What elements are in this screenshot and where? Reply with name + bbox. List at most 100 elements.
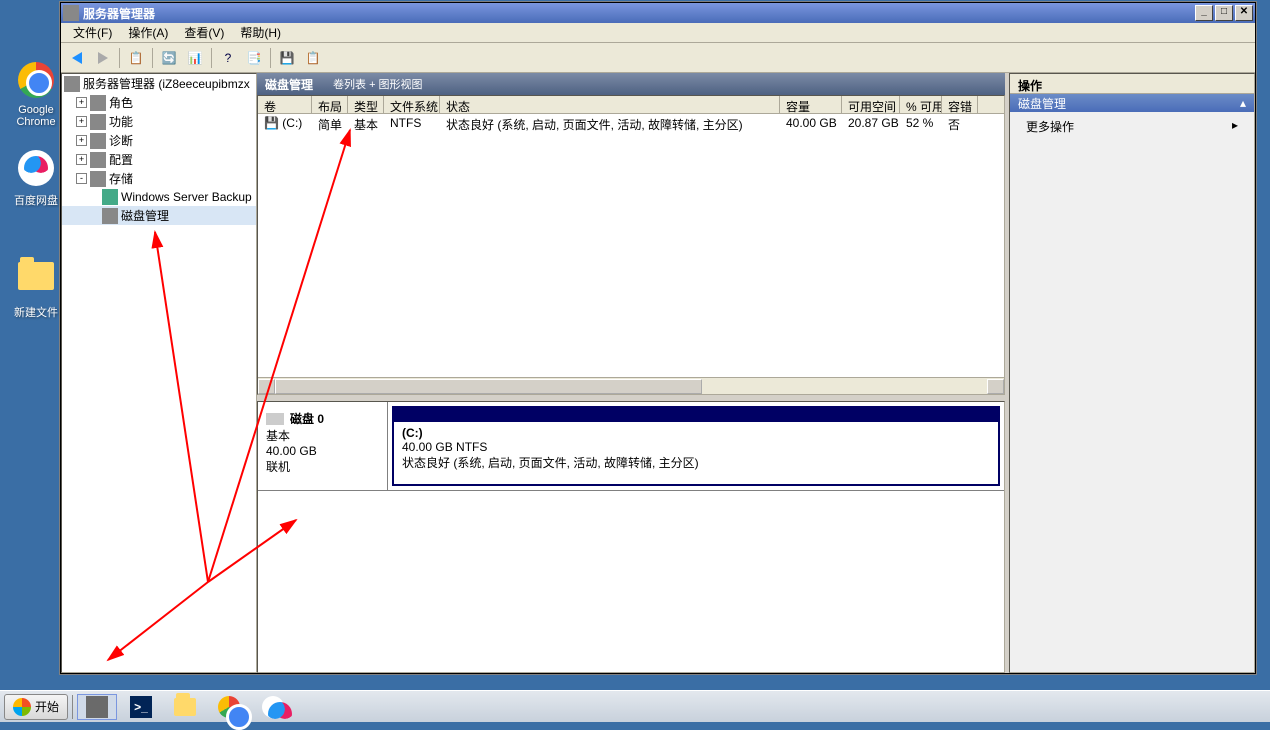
- disk-icon: [266, 413, 284, 425]
- window-titlebar[interactable]: 服务器管理器 _ □ ✕: [61, 3, 1255, 23]
- col-fault[interactable]: 容错: [942, 96, 978, 113]
- server-manager-window: 服务器管理器 _ □ ✕ 文件(F) 操作(A) 查看(V) 帮助(H) 📋 🔄…: [60, 2, 1256, 674]
- nav-forward-button[interactable]: [91, 46, 115, 70]
- app-icon: [63, 5, 79, 21]
- arrow-right-icon: [98, 52, 108, 64]
- cell-type: 基本: [348, 114, 384, 132]
- toolbar-button[interactable]: 📑: [242, 46, 266, 70]
- desktop-icon-baidu[interactable]: 百度网盘: [12, 148, 60, 208]
- cell-free: 20.87 GB: [842, 114, 900, 132]
- explorer-icon: [174, 698, 196, 716]
- tree-node-config[interactable]: +配置: [62, 150, 256, 169]
- menu-bar: 文件(F) 操作(A) 查看(V) 帮助(H): [61, 23, 1255, 43]
- taskbar-item-server-manager[interactable]: [77, 694, 117, 720]
- maximize-button[interactable]: □: [1215, 5, 1233, 21]
- toolbar-button[interactable]: 📊: [183, 46, 207, 70]
- config-icon: [90, 152, 106, 168]
- windows-icon: [13, 698, 31, 716]
- actions-section[interactable]: 磁盘管理 ▴: [1010, 94, 1254, 112]
- cell-fs: NTFS: [384, 114, 440, 132]
- toolbar-refresh-button[interactable]: 🔄: [157, 46, 181, 70]
- scroll-thumb[interactable]: [275, 379, 702, 394]
- actions-more[interactable]: 更多操作 ▸: [1010, 112, 1254, 141]
- desktop-icon-folder[interactable]: 新建文件: [12, 256, 60, 320]
- taskbar-item-baidu[interactable]: [253, 694, 293, 720]
- folder-icon: [18, 262, 54, 290]
- menu-view[interactable]: 查看(V): [176, 22, 232, 43]
- menu-help[interactable]: 帮助(H): [232, 22, 289, 43]
- partition-label: (C:): [402, 426, 423, 440]
- actions-header: 操作: [1010, 74, 1254, 94]
- disk-size: 40.00 GB: [266, 444, 379, 458]
- col-layout[interactable]: 布局: [312, 96, 348, 113]
- close-button[interactable]: ✕: [1235, 5, 1253, 21]
- tree-node-diagnostics[interactable]: +诊断: [62, 131, 256, 150]
- col-free[interactable]: 可用空间: [842, 96, 900, 113]
- main-header: 磁盘管理 卷列表 + 图形视图: [257, 73, 1005, 95]
- main-title: 磁盘管理: [265, 76, 313, 93]
- backup-icon: [102, 189, 118, 205]
- scroll-track[interactable]: [275, 379, 987, 394]
- expand-icon[interactable]: +: [76, 116, 87, 127]
- col-capacity[interactable]: 容量: [780, 96, 842, 113]
- toolbar-button[interactable]: 📋: [124, 46, 148, 70]
- tree-node-roles[interactable]: +角色: [62, 93, 256, 112]
- col-type[interactable]: 类型: [348, 96, 384, 113]
- chrome-icon: [218, 696, 240, 718]
- cell-capacity: 40.00 GB: [780, 114, 842, 132]
- desktop-icon-label: 百度网盘: [12, 192, 60, 208]
- col-pct[interactable]: % 可用: [900, 96, 942, 113]
- tree-node-storage[interactable]: -存储: [62, 169, 256, 188]
- baidu-icon: [18, 150, 54, 186]
- disk-status: 联机: [266, 458, 379, 475]
- tree-root[interactable]: 服务器管理器 (iZ8eeceupibmzx: [62, 74, 256, 93]
- desktop-icon-label: 新建文件: [12, 304, 60, 320]
- roles-icon: [90, 95, 106, 111]
- volume-table-header: 卷 布局 类型 文件系统 状态 容量 可用空间 % 可用 容错: [258, 96, 1004, 114]
- start-button[interactable]: 开始: [4, 694, 68, 720]
- window-title: 服务器管理器: [83, 5, 1193, 22]
- cell-pct: 52 %: [900, 114, 942, 132]
- server-icon: [64, 76, 80, 92]
- partition-info: 40.00 GB NTFS: [402, 440, 487, 454]
- volume-row[interactable]: 💾 (C:) 简单 基本 NTFS 状态良好 (系统, 启动, 页面文件, 活动…: [258, 114, 1004, 132]
- disk-type: 基本: [266, 427, 379, 444]
- nav-back-button[interactable]: [65, 46, 89, 70]
- expand-icon[interactable]: +: [76, 135, 87, 146]
- toolbar-button[interactable]: 💾: [275, 46, 299, 70]
- tree-node-wsb[interactable]: Windows Server Backup: [62, 188, 256, 206]
- arrow-left-icon: [72, 52, 82, 64]
- taskbar-item-chrome[interactable]: [209, 694, 249, 720]
- col-volume[interactable]: 卷: [258, 96, 312, 113]
- expand-icon[interactable]: +: [76, 97, 87, 108]
- scroll-left-button[interactable]: [258, 379, 275, 394]
- disk-row[interactable]: 磁盘 0 基本 40.00 GB 联机 (C:) 40.00 GB NTFS 状…: [258, 402, 1004, 491]
- toolbar-help-button[interactable]: ?: [216, 46, 240, 70]
- main-subtitle: 卷列表 + 图形视图: [333, 76, 423, 92]
- navigation-tree[interactable]: 服务器管理器 (iZ8eeceupibmzx +角色 +功能 +诊断 +配置 -…: [61, 73, 257, 673]
- tree-node-disk-mgmt[interactable]: 磁盘管理: [62, 206, 256, 225]
- disk-info: 磁盘 0 基本 40.00 GB 联机: [258, 402, 388, 490]
- chevron-up-icon: ▴: [1240, 96, 1246, 110]
- cell-volume: 💾 (C:): [258, 114, 312, 132]
- partition-status: 状态良好 (系统, 启动, 页面文件, 活动, 故障转储, 主分区): [402, 456, 699, 470]
- toolbar-button[interactable]: 📋: [301, 46, 325, 70]
- horizontal-scrollbar[interactable]: [258, 377, 1004, 394]
- col-fs[interactable]: 文件系统: [384, 96, 440, 113]
- disk-icon: [102, 208, 118, 224]
- menu-action[interactable]: 操作(A): [120, 22, 176, 43]
- partition-c[interactable]: (C:) 40.00 GB NTFS 状态良好 (系统, 启动, 页面文件, 活…: [392, 406, 1000, 486]
- col-status[interactable]: 状态: [440, 96, 780, 113]
- taskbar-item-explorer[interactable]: [165, 694, 205, 720]
- disk-name: 磁盘 0: [290, 410, 324, 427]
- tree-node-features[interactable]: +功能: [62, 112, 256, 131]
- taskbar-item-powershell[interactable]: >_: [121, 694, 161, 720]
- collapse-icon[interactable]: -: [76, 173, 87, 184]
- expand-icon[interactable]: +: [76, 154, 87, 165]
- scroll-right-button[interactable]: [987, 379, 1004, 394]
- minimize-button[interactable]: _: [1195, 5, 1213, 21]
- partition-header-bar: [394, 408, 998, 422]
- baidu-icon: [262, 696, 284, 718]
- desktop-icon-chrome[interactable]: Google Chrome: [12, 60, 60, 128]
- menu-file[interactable]: 文件(F): [65, 22, 120, 43]
